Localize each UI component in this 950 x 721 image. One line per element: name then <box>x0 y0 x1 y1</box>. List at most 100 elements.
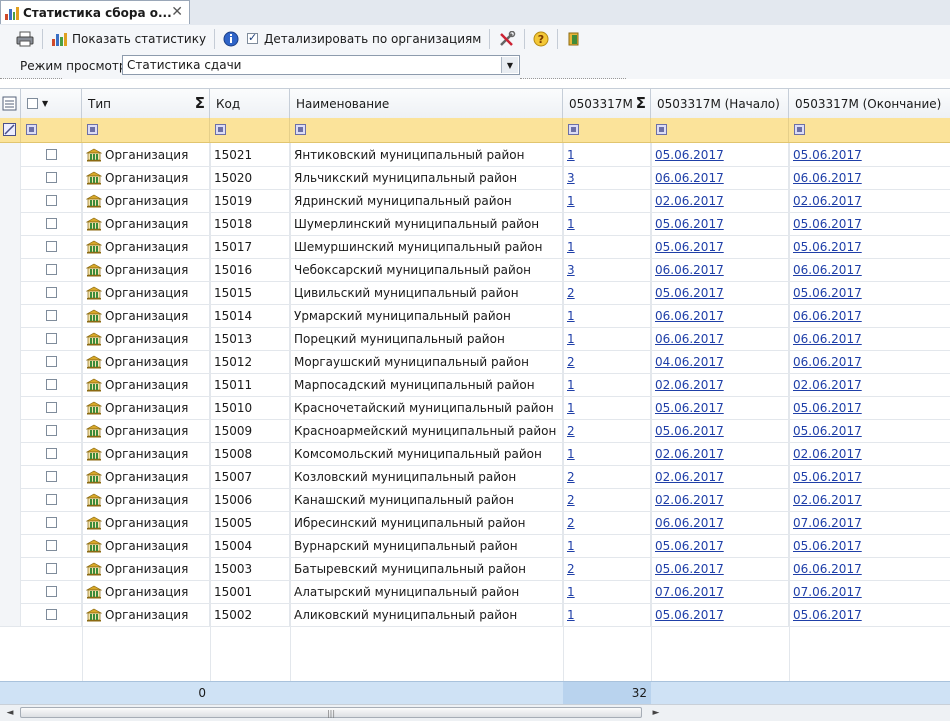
row-select-cell[interactable] <box>21 442 82 465</box>
row-indicator[interactable] <box>0 603 21 626</box>
start-date-link[interactable]: 06.06.2017 <box>655 263 724 277</box>
start-date-link[interactable]: 06.06.2017 <box>655 309 724 323</box>
end-date-link[interactable]: 05.06.2017 <box>793 217 862 231</box>
settings-button[interactable] <box>494 28 520 50</box>
detail-by-orgs-toggle[interactable]: Детализировать по организациям <box>243 28 485 50</box>
filter-icon[interactable] <box>26 124 37 135</box>
row-select-cell[interactable] <box>21 189 82 212</box>
start-date-link[interactable]: 02.06.2017 <box>655 447 724 461</box>
row-indicator[interactable] <box>0 557 21 580</box>
end-date-link[interactable]: 06.06.2017 <box>793 355 862 369</box>
row-checkbox[interactable] <box>46 563 57 574</box>
end-date-link[interactable]: 05.06.2017 <box>793 470 862 484</box>
exit-button[interactable] <box>562 28 586 50</box>
table-row[interactable]: Организация 15012 Моргаушский муниципаль… <box>0 350 950 374</box>
scroll-left-icon[interactable]: ◄ <box>2 706 18 720</box>
row-checkbox[interactable] <box>46 540 57 551</box>
start-date-link[interactable]: 06.06.2017 <box>655 332 724 346</box>
column-end[interactable]: 0503317М (Окончание) <box>789 89 950 118</box>
count-link[interactable]: 1 <box>567 148 575 162</box>
select-all-header[interactable]: ▼ <box>21 89 82 118</box>
end-date-link[interactable]: 06.06.2017 <box>793 309 862 323</box>
row-indicator[interactable] <box>0 258 21 281</box>
start-date-link[interactable]: 02.06.2017 <box>655 194 724 208</box>
row-select-cell[interactable] <box>21 327 82 350</box>
start-date-link[interactable]: 05.06.2017 <box>655 240 724 254</box>
table-row[interactable]: Организация 15011 Марпосадский муниципал… <box>0 373 950 397</box>
end-date-link[interactable]: 06.06.2017 <box>793 263 862 277</box>
row-checkbox[interactable] <box>46 471 57 482</box>
row-indicator[interactable] <box>0 350 21 373</box>
table-row[interactable]: Организация 15016 Чебоксарский муниципал… <box>0 258 950 282</box>
row-checkbox[interactable] <box>46 264 57 275</box>
row-indicator[interactable] <box>0 396 21 419</box>
table-row[interactable]: Организация 15015 Цивильский муниципальн… <box>0 281 950 305</box>
row-checkbox[interactable] <box>46 218 57 229</box>
start-date-link[interactable]: 06.06.2017 <box>655 171 724 185</box>
start-date-link[interactable]: 05.06.2017 <box>655 424 724 438</box>
row-select-cell[interactable] <box>21 166 82 189</box>
count-link[interactable]: 1 <box>567 401 575 415</box>
row-select-cell[interactable] <box>21 281 82 304</box>
end-date-link[interactable]: 02.06.2017 <box>793 194 862 208</box>
start-date-link[interactable]: 06.06.2017 <box>655 516 724 530</box>
row-indicator[interactable] <box>0 511 21 534</box>
row-indicator[interactable] <box>0 327 21 350</box>
table-row[interactable]: Организация 15021 Янтиковский муниципаль… <box>0 143 950 167</box>
count-link[interactable]: 2 <box>567 286 575 300</box>
chevron-down-icon[interactable]: ▼ <box>501 57 518 73</box>
splitter-right[interactable] <box>520 78 626 80</box>
row-checkbox[interactable] <box>46 241 57 252</box>
end-date-link[interactable]: 05.06.2017 <box>793 240 862 254</box>
row-select-cell[interactable] <box>21 258 82 281</box>
start-date-link[interactable]: 04.06.2017 <box>655 355 724 369</box>
start-date-link[interactable]: 07.06.2017 <box>655 585 724 599</box>
row-select-cell[interactable] <box>21 373 82 396</box>
print-button[interactable] <box>12 28 38 50</box>
count-link[interactable]: 1 <box>567 217 575 231</box>
detail-checkbox[interactable] <box>247 31 259 44</box>
count-link[interactable]: 1 <box>567 332 575 346</box>
filter-code[interactable] <box>210 118 290 142</box>
table-row[interactable]: Организация 15001 Алатырский муниципальн… <box>0 580 950 604</box>
end-date-link[interactable]: 06.06.2017 <box>793 332 862 346</box>
filter-icon[interactable] <box>215 124 226 135</box>
start-date-link[interactable]: 05.06.2017 <box>655 562 724 576</box>
row-checkbox[interactable] <box>46 425 57 436</box>
table-row[interactable]: Организация 15019 Ядринский муниципальны… <box>0 189 950 213</box>
table-row[interactable]: Организация 15006 Канашский муниципальны… <box>0 488 950 512</box>
row-select-cell[interactable] <box>21 419 82 442</box>
count-link[interactable]: 2 <box>567 493 575 507</box>
clear-filter-button[interactable] <box>0 118 21 142</box>
row-select-cell[interactable] <box>21 143 82 166</box>
count-link[interactable]: 1 <box>567 608 575 622</box>
show-statistics-button[interactable]: Показать статистику <box>47 28 210 50</box>
column-name[interactable]: Наименование <box>290 89 563 118</box>
select-all-checkbox[interactable] <box>27 98 38 109</box>
filter-icon[interactable] <box>794 124 805 135</box>
row-checkbox[interactable] <box>46 609 57 620</box>
row-indicator[interactable] <box>0 488 21 511</box>
row-select-cell[interactable] <box>21 580 82 603</box>
column-start[interactable]: 0503317М (Начало) <box>651 89 789 118</box>
row-indicator[interactable] <box>0 580 21 603</box>
count-link[interactable]: 1 <box>567 585 575 599</box>
filter-icon[interactable] <box>295 124 306 135</box>
filter-start[interactable] <box>651 118 789 142</box>
row-checkbox[interactable] <box>46 333 57 344</box>
row-indicator[interactable] <box>0 166 21 189</box>
filter-count[interactable] <box>563 118 651 142</box>
column-type[interactable]: Тип Σ <box>82 89 210 118</box>
start-date-link[interactable]: 05.06.2017 <box>655 148 724 162</box>
row-checkbox[interactable] <box>46 310 57 321</box>
row-indicator[interactable] <box>0 534 21 557</box>
row-checkbox[interactable] <box>46 172 57 183</box>
row-checkbox[interactable] <box>46 494 57 505</box>
count-link[interactable]: 1 <box>567 240 575 254</box>
row-checkbox[interactable] <box>46 287 57 298</box>
row-select-cell[interactable] <box>21 603 82 626</box>
help-button[interactable]: ? <box>529 28 553 50</box>
scroll-thumb[interactable]: ||| <box>20 707 642 718</box>
count-link[interactable]: 2 <box>567 424 575 438</box>
filter-icon[interactable] <box>656 124 667 135</box>
